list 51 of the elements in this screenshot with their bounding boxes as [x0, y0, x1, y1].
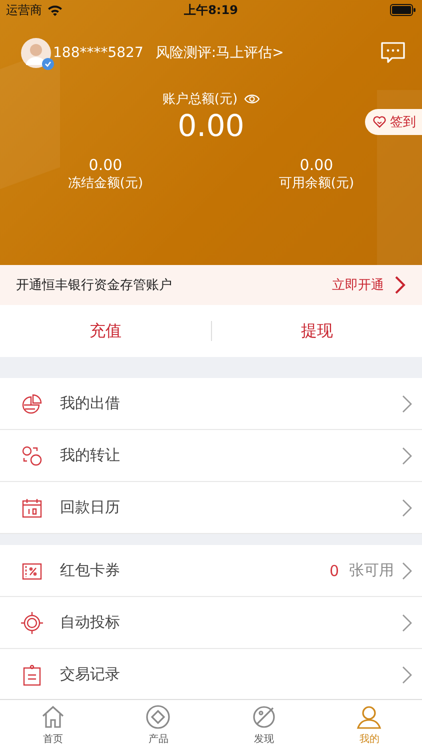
- balance-label: 可用余额(元): [278, 175, 354, 192]
- tab-bar-item[interactable]: 产品: [106, 700, 211, 750]
- chevron-icon: [402, 562, 412, 580]
- eye-icon[interactable]: [244, 93, 260, 105]
- menu-item-label: 自动投标: [60, 613, 120, 632]
- open-account-link[interactable]: 立即开通: [332, 276, 384, 294]
- total-label: 账户总额(元): [162, 91, 238, 108]
- heart-icon: [373, 116, 386, 128]
- coupon-count: 0: [329, 562, 339, 580]
- sign-in-button[interactable]: 签到: [365, 109, 422, 135]
- balance-amount: 0.00: [88, 156, 122, 174]
- clipboard-icon: [21, 664, 43, 686]
- phone-number: 188****5827: [53, 45, 144, 61]
- total-amount: 0.00: [178, 108, 244, 146]
- menu-item-label: 交易记录: [60, 665, 120, 684]
- calendar-icon: [21, 496, 43, 518]
- notice-text: 开通恒丰银行资金存管账户: [16, 277, 172, 294]
- menu-item[interactable]: 自动投标: [0, 597, 422, 649]
- menu-item[interactable]: 回款日历: [0, 482, 422, 534]
- target-icon: [21, 612, 43, 634]
- verified-badge-icon: [42, 58, 54, 70]
- chevron-icon: [402, 498, 412, 516]
- menu-item[interactable]: 我的转让: [0, 430, 422, 482]
- menu-item-label: 红包卡券: [60, 561, 120, 580]
- chevron-icon: [402, 446, 412, 464]
- battery-icon: [390, 4, 416, 16]
- menu-item-label: 我的转让: [60, 446, 120, 465]
- withdraw-button[interactable]: 提现: [212, 305, 422, 357]
- menu-item-label: 我的出借: [60, 394, 120, 413]
- coupon-count-label: 张可用: [349, 561, 394, 580]
- tab-bar-item[interactable]: 发现: [211, 700, 316, 750]
- wifi-icon: [47, 4, 63, 16]
- tab-bar-item[interactable]: 首页: [0, 700, 106, 750]
- person-icon: [356, 704, 382, 730]
- chevron-icon: [394, 275, 406, 295]
- exchange-icon: [21, 444, 43, 466]
- carrier-name: 运营商: [6, 2, 42, 18]
- status-time: 上午8:19: [184, 2, 238, 18]
- message-icon[interactable]: [380, 41, 406, 65]
- home-icon: [40, 704, 66, 730]
- avatar[interactable]: [21, 38, 51, 68]
- menu-item[interactable]: 我的出借: [0, 378, 422, 430]
- chevron-icon: [402, 666, 412, 684]
- chevron-icon: [402, 394, 412, 412]
- balance-amount: 0.00: [300, 156, 334, 174]
- balance-label: 冻结金额(元): [68, 175, 144, 192]
- pie-chart-icon: [21, 392, 43, 414]
- chevron-icon: [402, 614, 412, 632]
- menu-item-label: 回款日历: [60, 498, 120, 517]
- recharge-button[interactable]: 充值: [0, 305, 210, 357]
- menu-item[interactable]: 红包卡券 0 张可用: [0, 545, 422, 597]
